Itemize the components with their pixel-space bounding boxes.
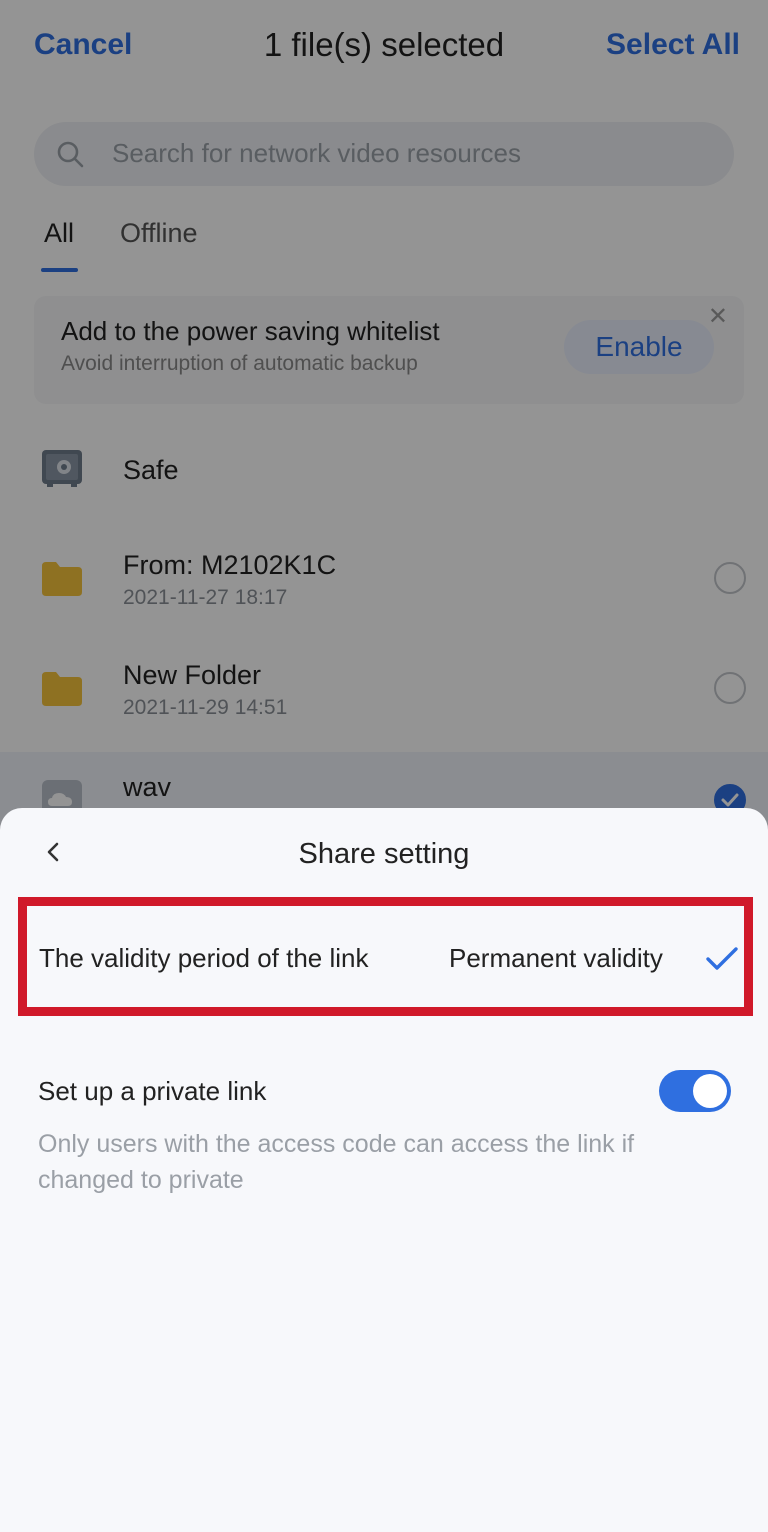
private-link-toggle[interactable] bbox=[659, 1070, 731, 1112]
validity-label: The validity period of the link bbox=[39, 943, 369, 973]
screen: Cancel 1 file(s) selected Select All Sea… bbox=[0, 0, 768, 1532]
private-link-title: Set up a private link bbox=[38, 1076, 267, 1106]
link-validity-row[interactable]: The validity period of the link Permanen… bbox=[18, 897, 753, 1016]
share-setting-sheet: Share setting The validity period of the… bbox=[0, 808, 768, 1532]
validity-value: Permanent validity bbox=[449, 943, 663, 973]
check-icon bbox=[706, 947, 738, 970]
private-link-description: Only users with the access code can acce… bbox=[38, 1130, 635, 1194]
toggle-knob bbox=[693, 1074, 727, 1108]
sheet-title: Share setting bbox=[298, 838, 470, 870]
